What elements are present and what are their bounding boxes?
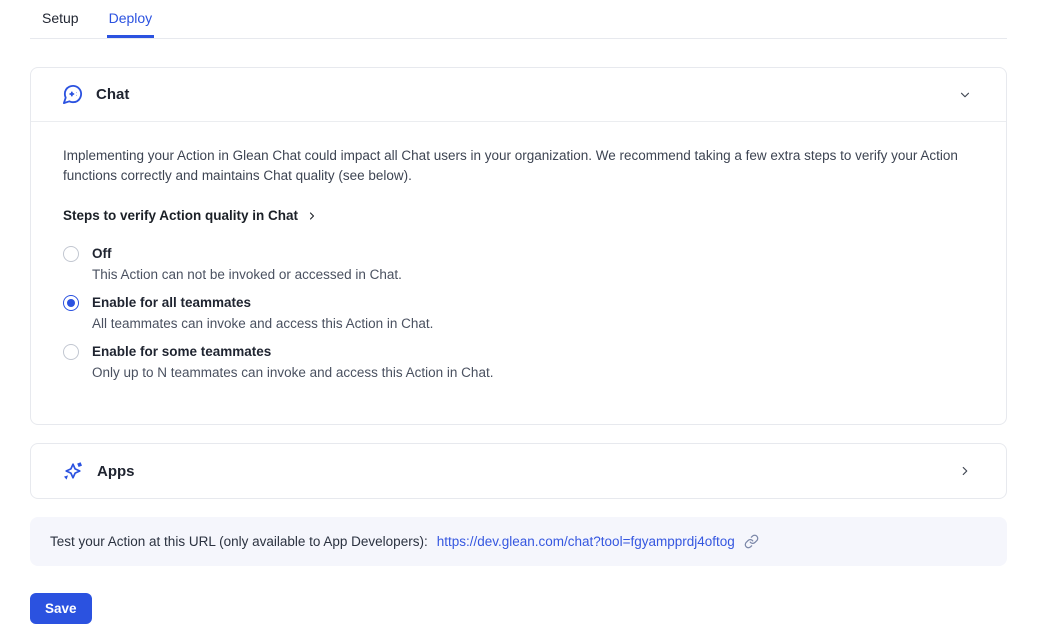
apps-section-card: Apps — [30, 443, 1007, 499]
radio-option-text: Enable for some teammates Only up to N t… — [92, 343, 493, 381]
chat-sparkle-bubble-icon — [61, 83, 84, 106]
radio-option-text: Enable for all teammates All teammates c… — [92, 294, 433, 332]
test-url-link[interactable]: https://dev.glean.com/chat?tool=fgyamppr… — [437, 534, 735, 549]
radio-option-text: Off This Action can not be invoked or ac… — [92, 245, 402, 283]
chevron-down-icon[interactable] — [958, 88, 972, 102]
radio-option-enable-all[interactable]: Enable for all teammates All teammates c… — [63, 294, 974, 332]
radio-option-label: Enable for all teammates — [92, 294, 433, 311]
steps-link-label: Steps to verify Action quality in Chat — [63, 208, 298, 223]
radio-button[interactable] — [63, 295, 79, 311]
chat-section-title: Chat — [96, 86, 129, 103]
test-url-bar: Test your Action at this URL (only avail… — [30, 517, 1007, 566]
radio-option-off[interactable]: Off This Action can not be invoked or ac… — [63, 245, 974, 283]
chat-section-body: Implementing your Action in Glean Chat c… — [31, 122, 1006, 424]
chat-section-card: Chat Implementing your Action in Glean C… — [30, 67, 1007, 425]
chevron-right-icon[interactable] — [958, 464, 972, 478]
radio-option-description: This Action can not be invoked or access… — [92, 266, 402, 283]
steps-to-verify-link[interactable]: Steps to verify Action quality in Chat — [63, 208, 318, 223]
chevron-right-icon — [306, 210, 318, 222]
apps-section-header[interactable]: Apps — [31, 444, 1006, 498]
save-button[interactable]: Save — [30, 593, 92, 624]
radio-option-enable-some[interactable]: Enable for some teammates Only up to N t… — [63, 343, 974, 381]
apps-section-title: Apps — [97, 463, 135, 480]
test-url-label: Test your Action at this URL (only avail… — [50, 534, 428, 549]
radio-button[interactable] — [63, 246, 79, 262]
radio-button[interactable] — [63, 344, 79, 360]
radio-option-description: All teammates can invoke and access this… — [92, 315, 433, 332]
tab-bar: Setup Deploy — [30, 8, 1007, 39]
radio-option-label: Enable for some teammates — [92, 343, 493, 360]
chat-section-header[interactable]: Chat — [31, 68, 1006, 121]
radio-option-description: Only up to N teammates can invoke and ac… — [92, 364, 493, 381]
chat-impact-description: Implementing your Action in Glean Chat c… — [63, 146, 974, 186]
radio-option-label: Off — [92, 245, 402, 262]
tab-setup[interactable]: Setup — [40, 8, 81, 38]
link-chain-icon[interactable] — [744, 534, 759, 549]
tab-deploy[interactable]: Deploy — [107, 8, 155, 38]
apps-sparkle-diamond-icon — [61, 459, 85, 483]
